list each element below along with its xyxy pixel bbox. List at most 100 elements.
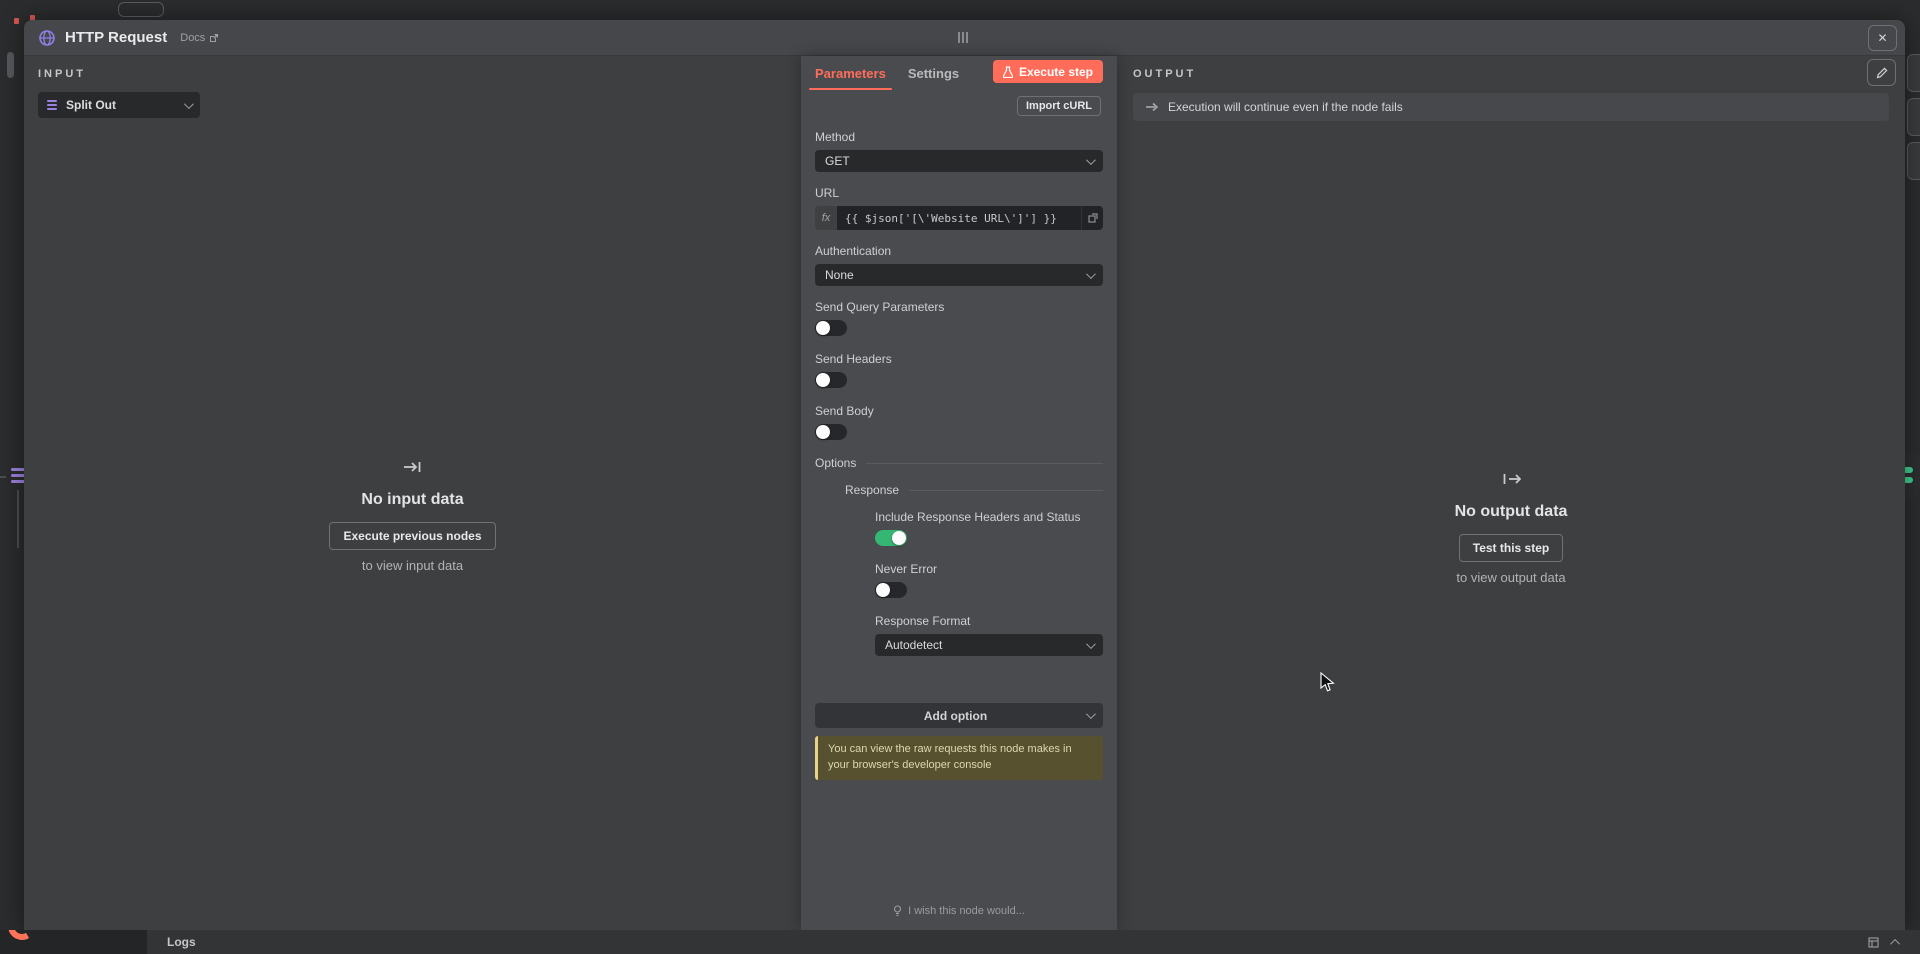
url-expression-input[interactable]: {{ $json['[\'Website URL\']'] }}: [837, 206, 1081, 230]
external-link-icon: [209, 33, 219, 43]
send-body-label: Send Body: [815, 404, 1103, 418]
send-query-parameters-label: Send Query Parameters: [815, 300, 1103, 314]
chevron-down-icon: [184, 99, 194, 109]
authentication-label: Authentication: [815, 244, 1103, 258]
node-feedback-prompt[interactable]: I wish this node would...: [815, 895, 1103, 930]
input-panel-title: INPUT: [38, 68, 787, 80]
import-curl-row: Import cURL: [801, 90, 1117, 122]
chevron-down-icon: [1086, 269, 1096, 279]
parameters-form: Method GET URL fx {{ $json['[\'Website U…: [801, 122, 1117, 930]
include-response-headers-label: Include Response Headers and Status: [875, 510, 1103, 524]
response-format-label: Response Format: [875, 614, 1103, 628]
response-label: Response: [845, 483, 899, 497]
raw-requests-notice: You can view the raw requests this node …: [815, 736, 1103, 780]
logs-bar[interactable]: Logs: [147, 930, 1920, 954]
assistant-button-clip: [0, 930, 147, 954]
include-response-headers-group: Include Response Headers and Status: [815, 510, 1103, 546]
ndv-body: INPUT Split Out No input data Execute pr…: [24, 56, 1905, 930]
response-section-header: Response: [815, 483, 1103, 497]
send-query-parameters-toggle[interactable]: [815, 320, 847, 336]
input-empty-title: No input data: [24, 491, 801, 509]
response-format-field: Response Format Autodetect: [815, 614, 1103, 656]
authentication-value: None: [825, 268, 1086, 282]
expression-fx-badge[interactable]: fx: [815, 206, 837, 230]
never-error-group: Never Error: [815, 562, 1103, 598]
output-empty-title: No output data: [1117, 503, 1905, 521]
authentication-field: Authentication None: [815, 244, 1103, 286]
node-title: HTTP Request: [65, 29, 167, 46]
arrow-to-bar-icon: [24, 460, 801, 479]
lightbulb-icon: [893, 905, 902, 917]
send-body-toggle[interactable]: [815, 424, 847, 440]
split-out-icon: [47, 100, 59, 110]
authentication-select[interactable]: None: [815, 264, 1103, 286]
input-panel: INPUT Split Out No input data Execute pr…: [24, 56, 801, 930]
never-error-toggle[interactable]: [875, 582, 907, 598]
ndv-header: HTTP Request Docs ✕: [24, 20, 1905, 56]
method-value: GET: [825, 154, 1086, 168]
send-headers-group: Send Headers: [815, 352, 1103, 388]
url-label: URL: [815, 186, 1103, 200]
method-select[interactable]: GET: [815, 150, 1103, 172]
right-edge-button[interactable]: [1907, 54, 1920, 92]
output-empty-state: No output data Test this step to view ou…: [1117, 472, 1905, 585]
continue-on-fail-callout: Execution will continue even if the node…: [1133, 93, 1889, 121]
send-query-parameters-group: Send Query Parameters: [815, 300, 1103, 336]
output-empty-hint: to view output data: [1117, 570, 1905, 585]
response-format-select[interactable]: Autodetect: [875, 634, 1103, 656]
continue-on-fail-text: Execution will continue even if the node…: [1168, 100, 1403, 114]
close-button[interactable]: ✕: [1868, 25, 1897, 51]
tab-parameters[interactable]: Parameters: [815, 56, 886, 90]
logs-actions: [1868, 937, 1900, 948]
panel-drag-handle[interactable]: [958, 32, 968, 43]
send-headers-label: Send Headers: [815, 352, 1103, 366]
chevron-up-icon[interactable]: [1890, 938, 1900, 948]
input-empty-hint: to view input data: [24, 558, 801, 573]
chevron-down-icon: [1086, 639, 1096, 649]
edit-output-button[interactable]: [1867, 59, 1896, 86]
ai-assistant-icon[interactable]: [5, 930, 39, 943]
node-details-view: HTTP Request Docs ✕ INPUT Split Out: [24, 20, 1905, 930]
right-edge-button[interactable]: [1907, 142, 1920, 180]
never-error-label: Never Error: [875, 562, 1103, 576]
canvas-scroll-fragment: [7, 52, 14, 78]
test-this-step-button[interactable]: Test this step: [1459, 534, 1563, 562]
right-edge-button[interactable]: [1907, 98, 1920, 136]
input-source-select[interactable]: Split Out: [38, 92, 200, 118]
canvas-error-dot: [14, 18, 19, 24]
divider: [909, 490, 1103, 491]
popout-icon[interactable]: [1868, 937, 1879, 948]
connection-line: [0, 476, 6, 478]
send-headers-toggle[interactable]: [815, 372, 847, 388]
include-response-headers-toggle[interactable]: [875, 530, 907, 546]
input-empty-state: No input data Execute previous nodes to …: [24, 460, 801, 573]
send-body-group: Send Body: [815, 404, 1103, 440]
bar-to-arrow-icon: [1117, 472, 1905, 491]
close-icon: ✕: [1877, 31, 1887, 45]
import-curl-button[interactable]: Import cURL: [1017, 96, 1101, 116]
add-option-button[interactable]: Add option: [815, 703, 1103, 728]
divider: [866, 463, 1103, 464]
pencil-icon: [1876, 67, 1888, 79]
output-panel-title: OUTPUT: [1133, 68, 1889, 80]
url-field-group: URL fx {{ $json['[\'Website URL\']'] }}: [815, 186, 1103, 230]
method-label: Method: [815, 130, 1103, 144]
chevron-down-icon: [1086, 709, 1096, 719]
parameters-panel: Parameters Settings Execute step Import …: [801, 56, 1117, 930]
arrow-right-icon: [1145, 102, 1159, 112]
open-expression-editor-icon[interactable]: [1081, 206, 1103, 230]
flask-icon: [1003, 66, 1013, 78]
tabs-row: Parameters Settings Execute step: [801, 56, 1117, 90]
chevron-down-icon: [1086, 155, 1096, 165]
tab-settings[interactable]: Settings: [908, 56, 959, 90]
execute-previous-nodes-button[interactable]: Execute previous nodes: [329, 522, 495, 550]
bottom-bar: Logs: [0, 930, 1920, 954]
connection-line: [17, 490, 19, 548]
method-field: Method GET: [815, 130, 1103, 172]
docs-link[interactable]: Docs: [180, 32, 219, 44]
options-label: Options: [815, 456, 856, 470]
execute-step-button[interactable]: Execute step: [993, 60, 1103, 83]
response-format-value: Autodetect: [885, 638, 1086, 652]
input-source-value: Split Out: [66, 98, 177, 112]
options-section-header: Options: [815, 456, 1103, 470]
